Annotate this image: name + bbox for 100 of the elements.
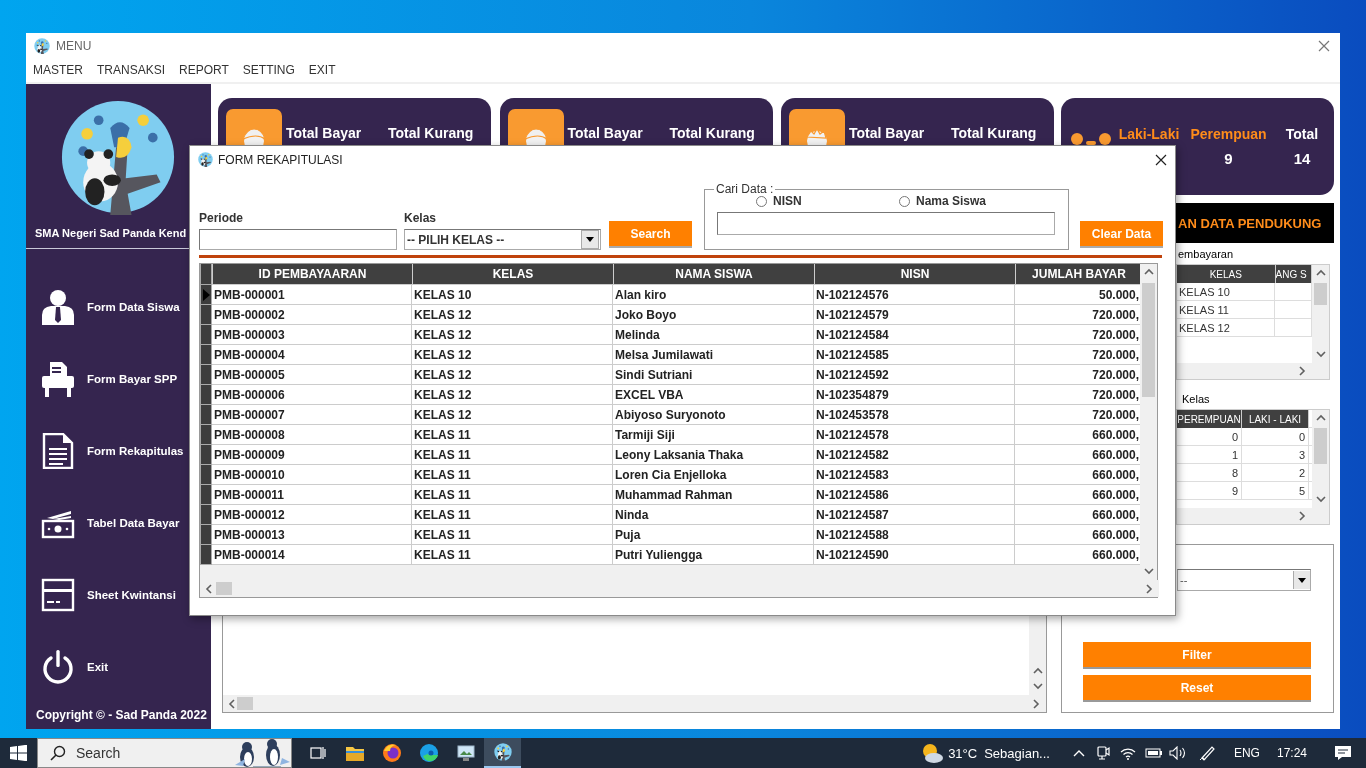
column-header: KELAS bbox=[412, 264, 613, 285]
search-field[interactable]: Search bbox=[37, 738, 292, 768]
field-label: Kelas bbox=[404, 211, 438, 225]
stat-label: Laki-Laki bbox=[1118, 126, 1180, 142]
row-header[interactable] bbox=[200, 425, 212, 445]
kelas-select[interactable]: -- PILIH KELAS -- bbox=[404, 229, 601, 250]
sidebar-item[interactable]: Form Rekapitulas bbox=[26, 431, 184, 471]
camera-icon[interactable] bbox=[1095, 745, 1110, 761]
menu-item[interactable]: EXIT bbox=[301, 63, 343, 77]
group-label: Cari Data : bbox=[715, 182, 775, 196]
class-select[interactable]: -- bbox=[1177, 569, 1311, 591]
row-header[interactable] bbox=[200, 545, 212, 565]
card-icon bbox=[41, 577, 75, 613]
table-caption: embayaran bbox=[1178, 248, 1235, 260]
school-name: SMA Negeri Sad Panda Kend bbox=[35, 227, 187, 239]
row-header[interactable] bbox=[200, 365, 212, 385]
row-header[interactable] bbox=[200, 445, 212, 465]
scrollbar-thumb[interactable] bbox=[1314, 428, 1327, 464]
menu-item[interactable]: MASTER bbox=[26, 63, 90, 77]
browser-icon[interactable] bbox=[418, 743, 439, 763]
taskbar-button[interactable] bbox=[484, 738, 521, 768]
radio-button[interactable] bbox=[756, 195, 767, 207]
field-label: Periode bbox=[199, 211, 244, 225]
table-cell: 1 bbox=[1177, 446, 1242, 463]
row-header[interactable] bbox=[200, 405, 212, 425]
table-cell: KELAS 10 bbox=[1177, 283, 1276, 300]
table-cell: KELAS 11 bbox=[1177, 301, 1276, 318]
volume-icon[interactable] bbox=[1168, 746, 1187, 760]
pen-icon[interactable] bbox=[1198, 745, 1217, 761]
row-header[interactable] bbox=[200, 385, 212, 405]
row-header[interactable] bbox=[200, 285, 212, 305]
row-header[interactable] bbox=[200, 325, 212, 345]
table-cell: 0 bbox=[1177, 428, 1242, 445]
table-caption: Kelas bbox=[1182, 393, 1211, 405]
app-logo-icon bbox=[198, 152, 213, 167]
table-cell: 3 bbox=[1242, 446, 1309, 463]
row-header[interactable] bbox=[200, 505, 212, 525]
row-header[interactable] bbox=[200, 525, 212, 545]
stat-label: Total bbox=[1285, 126, 1319, 142]
row-header[interactable] bbox=[200, 465, 212, 485]
card-label: Total Bayar bbox=[567, 125, 644, 141]
chevron-up-icon[interactable] bbox=[1071, 748, 1086, 758]
weather-text[interactable]: Sebagian... bbox=[984, 745, 1050, 761]
scrollbar-thumb[interactable] bbox=[1314, 283, 1327, 305]
folder-icon[interactable] bbox=[344, 744, 365, 762]
scrollbar-thumb[interactable] bbox=[216, 582, 232, 595]
battery-icon[interactable] bbox=[1144, 748, 1163, 758]
table-cell: 8 bbox=[1177, 464, 1242, 481]
row-header[interactable] bbox=[200, 485, 212, 505]
column-header: KELAS bbox=[1177, 265, 1276, 283]
sidebar-item[interactable]: Sheet Kwintansi bbox=[26, 575, 176, 615]
row-header[interactable] bbox=[200, 345, 212, 365]
wifi-icon[interactable] bbox=[1119, 746, 1136, 760]
clock-text[interactable]: 17:24 bbox=[1276, 746, 1307, 760]
menu-item[interactable]: SETTING bbox=[235, 63, 302, 77]
search-field[interactable] bbox=[717, 212, 1055, 235]
app-logo-icon bbox=[493, 743, 512, 761]
radio-option[interactable]: Nama Siswa bbox=[899, 194, 1042, 208]
document-icon bbox=[41, 433, 75, 469]
menu-item[interactable]: REPORT bbox=[172, 63, 236, 77]
table-cell: PMB-000014 bbox=[212, 545, 412, 565]
sidebar-item[interactable]: Exit bbox=[26, 647, 109, 687]
close-icon[interactable] bbox=[1155, 153, 1167, 166]
people-icon bbox=[1069, 132, 1113, 145]
monitor-icon[interactable] bbox=[455, 744, 476, 762]
scrollbar-thumb[interactable] bbox=[237, 697, 253, 710]
menu-item[interactable]: TRANSAKSI bbox=[90, 63, 173, 77]
scrollbar[interactable] bbox=[1029, 615, 1046, 695]
card-label: Total Bayar bbox=[849, 125, 926, 141]
radio-button[interactable] bbox=[899, 195, 910, 207]
notification-icon[interactable] bbox=[1334, 745, 1352, 761]
dialog-title: FORM REKAPITULASI bbox=[218, 152, 343, 167]
table-cell: Putri Yuliengga bbox=[613, 545, 814, 565]
language-indicator[interactable]: ENG bbox=[1233, 746, 1260, 760]
sidebar-item[interactable]: Tabel Data Bayar bbox=[26, 503, 180, 543]
task-view-icon[interactable] bbox=[309, 745, 326, 761]
sidebar-item[interactable]: Form Bayar SPP bbox=[26, 359, 178, 399]
weather-icon[interactable] bbox=[920, 742, 945, 764]
scrollbar-thumb[interactable] bbox=[1142, 283, 1155, 397]
card-label: Total Kurang bbox=[669, 125, 755, 141]
temperature-text[interactable]: 31°C bbox=[948, 745, 978, 761]
sidebar-item[interactable]: Form Data Siswa bbox=[26, 287, 180, 327]
row-header[interactable] bbox=[200, 305, 212, 325]
table-cell: 0 bbox=[1242, 428, 1309, 445]
dropdown-arrow-icon bbox=[1298, 577, 1306, 583]
periode-field[interactable] bbox=[199, 229, 397, 250]
column-header: ID PEMBAYAARAN bbox=[212, 264, 412, 285]
column-header: ANG S bbox=[1275, 265, 1312, 283]
user-icon bbox=[41, 289, 75, 325]
table-cell: KELAS 12 bbox=[1177, 319, 1276, 336]
scrollbar[interactable] bbox=[223, 695, 1046, 712]
column-header: PEREMPUAN bbox=[1177, 410, 1242, 428]
card-label: Total Bayar bbox=[286, 125, 363, 141]
dropdown-arrow-icon bbox=[586, 237, 594, 242]
stat-value: 9 bbox=[1224, 150, 1233, 167]
card-label: Total Kurang bbox=[951, 125, 1037, 141]
browser-icon[interactable] bbox=[381, 743, 402, 763]
column-header: JUMLAH BAYAR bbox=[1015, 264, 1140, 285]
radio-option[interactable]: NISN bbox=[756, 194, 899, 208]
column-header: NISN bbox=[814, 264, 1015, 285]
